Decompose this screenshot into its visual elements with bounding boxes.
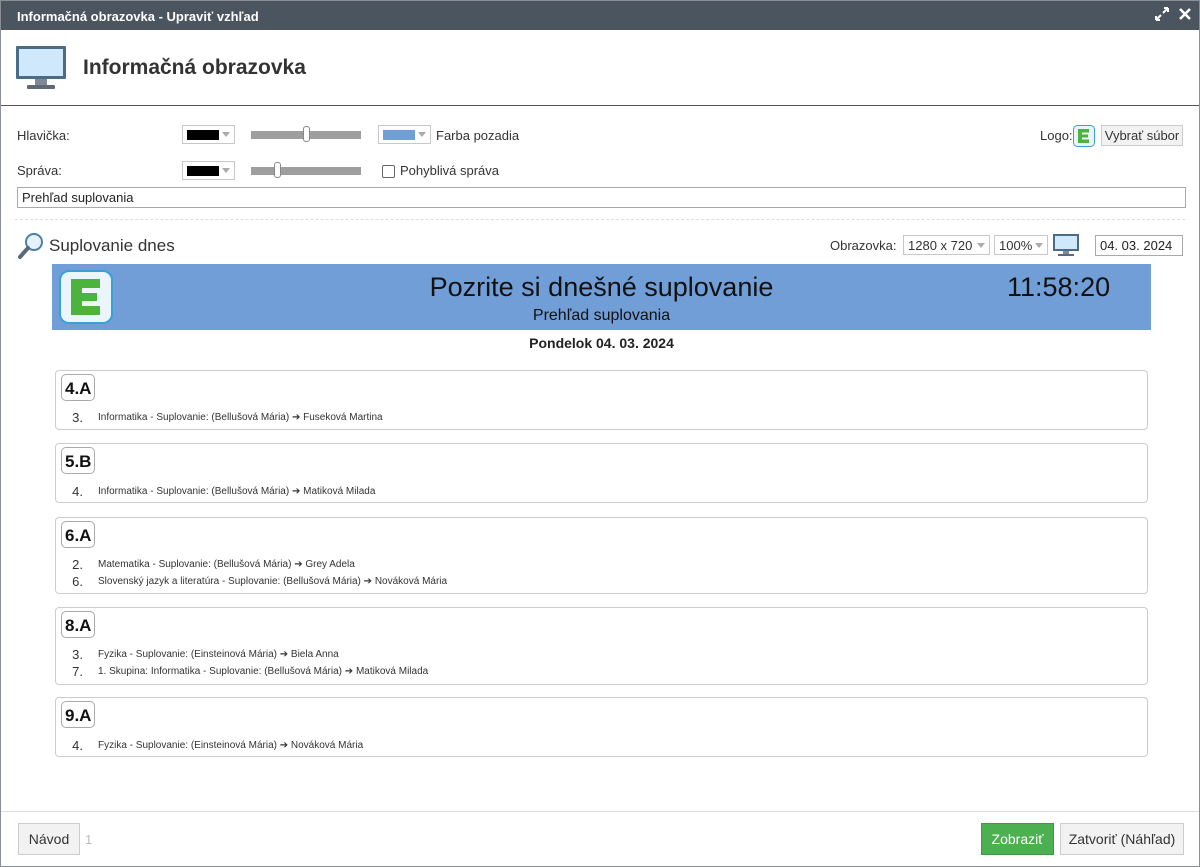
preview-subheading: Prehľad suplovania: [532, 307, 671, 324]
chevron-down-icon: [222, 132, 230, 137]
divider: [15, 219, 1185, 220]
help-count: 1: [85, 832, 93, 847]
substitution-row: 7. 1. Skupina: Informatika - Suplovanie:…: [56, 664, 1146, 681]
substitution-text: Matematika - Suplovanie: (Bellušová Mári…: [98, 559, 355, 570]
chevron-down-icon: [1035, 243, 1043, 248]
lesson-number: 3.: [72, 647, 83, 662]
class-badge: 5.B: [61, 447, 96, 474]
substitution-row: 2. Matematika - Suplovanie: (Bellušová M…: [56, 557, 1146, 574]
header-label: Hlavička:: [17, 128, 70, 143]
substitution-row: 3. Informatika - Suplovanie: (Bellušová …: [56, 410, 1146, 427]
message-label: Správa:: [17, 163, 62, 178]
preview-clock: 11:58:20: [1007, 272, 1111, 302]
class-card: 9.A 4. Fyzika - Suplovanie: (Einsteinová…: [55, 697, 1148, 757]
window-title: Informačná obrazovka - Upraviť vzhľad: [17, 9, 259, 24]
class-card: 6.A 2. Matematika - Suplovanie: (Bellušo…: [55, 517, 1148, 594]
substitution-row: 4. Informatika - Suplovanie: (Bellušová …: [56, 484, 1146, 501]
lesson-number: 4.: [72, 738, 83, 753]
lesson-number: 6.: [72, 574, 83, 589]
lesson-number: 3.: [72, 410, 83, 425]
substitution-row: 3. Fyzika - Suplovanie: (Einsteinová Már…: [56, 647, 1146, 664]
preview-date: Pondelok 04. 03. 2024: [529, 335, 674, 351]
resolution-select[interactable]: 1280 x 720: [903, 235, 990, 255]
logo-icon: [1073, 125, 1095, 150]
header-color-select[interactable]: [182, 125, 235, 144]
substitution-text: Informatika - Suplovanie: (Bellušová Már…: [98, 486, 376, 497]
message-color-swatch: [187, 166, 219, 176]
header-color-swatch: [187, 130, 219, 140]
preview-header: Pozrite si dnešné suplovanie Prehľad sup…: [52, 264, 1151, 330]
choose-file-button[interactable]: Vybrať súbor: [1101, 125, 1183, 146]
background-color-select[interactable]: [378, 125, 431, 144]
resolution-value: 1280 x 720: [908, 238, 973, 253]
moving-message-checkbox[interactable]: [382, 165, 395, 178]
logo-label: Logo:: [1040, 128, 1073, 143]
expand-icon[interactable]: [1154, 7, 1170, 23]
class-card: 5.B 4. Informatika - Suplovanie: (Belluš…: [55, 443, 1148, 503]
chevron-down-icon: [418, 132, 426, 137]
slider-thumb[interactable]: [302, 126, 310, 142]
zoom-value: 100%: [999, 238, 1033, 253]
preview-heading: Pozrite si dnešné suplovanie: [429, 272, 774, 302]
background-color-swatch: [383, 130, 415, 140]
background-color-label: Farba pozadia: [436, 128, 520, 143]
substitution-text: Fyzika - Suplovanie: (Einsteinová Mária)…: [98, 740, 364, 751]
monitor-icon: [15, 45, 67, 94]
moving-message-label: Pohyblivá správa: [400, 163, 499, 178]
close-icon[interactable]: [1177, 7, 1193, 23]
class-badge: 8.A: [61, 611, 96, 638]
substitution-row: 6. Slovenský jazyk a literatúra - Suplov…: [56, 574, 1146, 591]
message-color-select[interactable]: [182, 161, 235, 180]
lesson-number: 4.: [72, 484, 83, 499]
dialog-window: Informačná obrazovka - Upraviť vzhľad In…: [0, 0, 1200, 867]
class-card: 4.A 3. Informatika - Suplovanie: (Belluš…: [55, 370, 1148, 430]
screen-label: Obrazovka:: [830, 238, 897, 253]
lesson-number: 2.: [72, 557, 83, 572]
section-title: Suplovanie dnes: [49, 236, 175, 255]
close-preview-button[interactable]: Zatvoriť (Náhľad): [1060, 823, 1184, 855]
class-badge: 4.A: [61, 374, 96, 401]
chevron-down-icon: [222, 168, 230, 173]
footer-divider: [1, 811, 1199, 812]
class-card: 8.A 3. Fyzika - Suplovanie: (Einsteinová…: [55, 607, 1148, 685]
show-button[interactable]: Zobraziť: [981, 823, 1054, 855]
monitor-icon[interactable]: [1052, 233, 1080, 260]
help-button[interactable]: Návod: [18, 823, 80, 855]
substitution-text: Informatika - Suplovanie: (Bellušová Már…: [98, 412, 383, 423]
class-badge: 9.A: [61, 701, 96, 728]
substitution-row: 4. Fyzika - Suplovanie: (Einsteinová Már…: [56, 738, 1146, 755]
message-text-input[interactable]: Prehľad suplovania: [17, 187, 1186, 208]
substitution-text: Fyzika - Suplovanie: (Einsteinová Mária)…: [98, 649, 339, 660]
header-size-slider[interactable]: [251, 126, 361, 142]
date-input[interactable]: 04. 03. 2024: [1095, 235, 1183, 256]
substitution-text: 1. Skupina: Informatika - Suplovanie: (B…: [98, 666, 429, 677]
page-title: Informačná obrazovka: [83, 56, 306, 79]
zoom-select[interactable]: 100%: [994, 235, 1048, 255]
page-header: Informačná obrazovka: [1, 30, 1199, 106]
magnifier-icon: [17, 232, 45, 263]
substitution-text: Slovenský jazyk a literatúra - Suplovani…: [98, 576, 448, 587]
class-badge: 6.A: [61, 521, 96, 548]
lesson-number: 7.: [72, 664, 83, 679]
title-bar[interactable]: Informačná obrazovka - Upraviť vzhľad: [1, 1, 1199, 30]
chevron-down-icon: [977, 243, 985, 248]
message-size-slider[interactable]: [251, 162, 361, 178]
slider-thumb[interactable]: [273, 162, 281, 178]
